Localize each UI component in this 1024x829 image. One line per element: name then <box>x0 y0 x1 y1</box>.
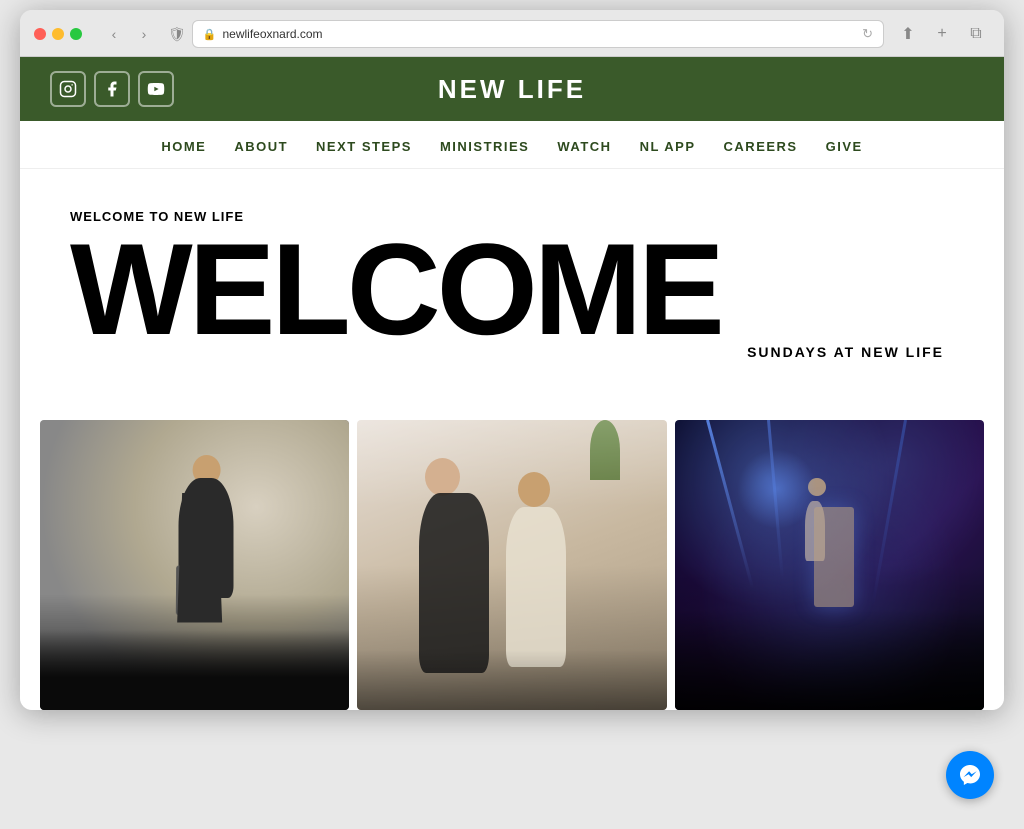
browser-titlebar: ‹ › 🛡 🔒 newlifeoxnard.com ↻ ⬆ + ⧉ <box>20 10 1004 57</box>
reload-icon[interactable]: ↻ <box>862 26 873 42</box>
website-content: NEW LIFE HOME ABoUT NeXT STEPS MINISTRIE… <box>20 57 1004 710</box>
podium <box>176 565 211 615</box>
nav-ministries[interactable]: MINISTRIES <box>440 139 529 154</box>
person-body-a <box>419 493 489 673</box>
close-window-button[interactable] <box>34 28 46 40</box>
social-icons <box>50 71 174 107</box>
facebook-icon[interactable] <box>94 71 130 107</box>
tabs-button[interactable]: ⧉ <box>962 22 990 46</box>
plant-decoration <box>590 420 620 480</box>
window-controls <box>34 28 82 40</box>
back-button[interactable]: ‹ <box>100 22 128 46</box>
maximize-window-button[interactable] <box>70 28 82 40</box>
browser-window: ‹ › 🛡 🔒 newlifeoxnard.com ↻ ⬆ + ⧉ <box>20 10 1004 710</box>
hero-title: WELCOME <box>70 224 954 354</box>
person-body-b <box>506 507 566 667</box>
add-tab-button[interactable]: + <box>928 22 956 46</box>
concert-crowd <box>675 610 984 710</box>
youtube-icon[interactable] <box>138 71 174 107</box>
hero-section: WELCOME TO NEW LIFE WELCOME SUNDAYS AT N… <box>20 169 1004 380</box>
nav-give[interactable]: GIVE <box>826 139 863 154</box>
url-text: newlifeoxnard.com <box>222 27 322 41</box>
shield-icon: 🛡 <box>168 26 186 43</box>
nav-about[interactable]: ABoUT <box>234 139 288 154</box>
person-head-b <box>518 472 550 507</box>
forward-button[interactable]: › <box>130 22 158 46</box>
minimize-window-button[interactable] <box>52 28 64 40</box>
nav-home[interactable]: HOME <box>161 139 206 154</box>
nav-careers[interactable]: CAREERS <box>724 139 798 154</box>
address-bar[interactable]: 🔒 newlifeoxnard.com ↻ <box>192 20 884 48</box>
messenger-fab[interactable] <box>946 751 994 799</box>
photo-lobby[interactable] <box>357 420 666 710</box>
browser-actions: ⬆ + ⧉ <box>894 22 990 46</box>
crowd-shadow <box>40 630 349 710</box>
speaker-body <box>178 478 233 598</box>
main-navigation: HOME ABoUT NeXT STEPS MINISTRIES WATCH N… <box>20 121 1004 169</box>
instagram-icon[interactable] <box>50 71 86 107</box>
nav-watch[interactable]: WATCH <box>557 139 611 154</box>
spotlight-glow <box>737 449 817 529</box>
photo-grid <box>20 380 1004 710</box>
lobby-shadow <box>357 650 666 710</box>
share-button[interactable]: ⬆ <box>894 22 922 46</box>
addressbar-wrapper: 🛡 🔒 newlifeoxnard.com ↻ <box>168 20 884 48</box>
nav-next-steps[interactable]: NeXT STEPS <box>316 139 412 154</box>
person-head-a <box>425 458 460 496</box>
lock-icon: 🔒 <box>203 28 217 41</box>
site-header: NEW LIFE <box>20 57 1004 121</box>
nav-nl-app[interactable]: NL APP <box>640 139 696 154</box>
nav-buttons: ‹ › <box>100 22 158 46</box>
photo-worship[interactable] <box>675 420 984 710</box>
photo-speaker[interactable] <box>40 420 349 710</box>
stage-light-3 <box>871 420 907 606</box>
site-logo[interactable]: NEW LIFE <box>438 74 586 105</box>
